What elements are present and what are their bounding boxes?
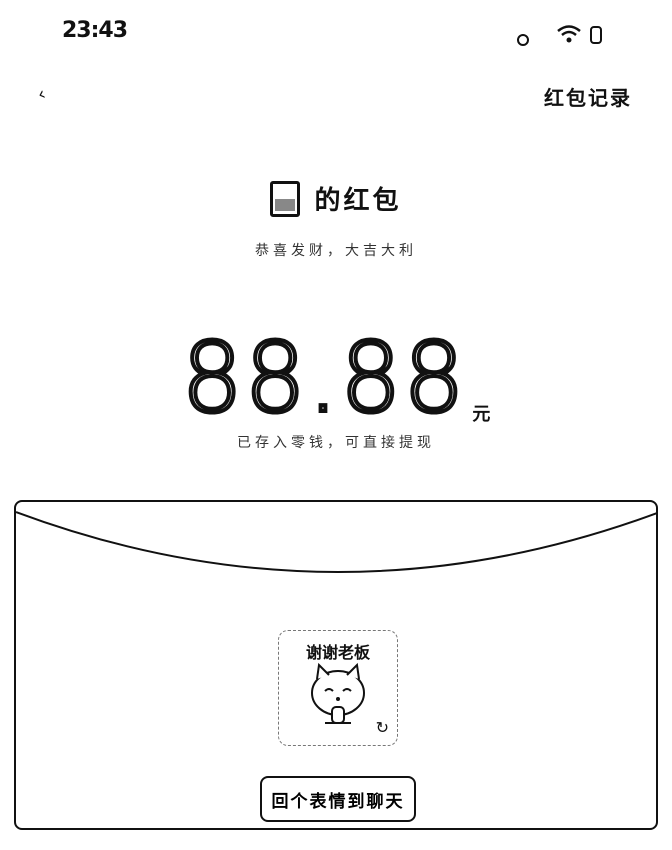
back-arrow-icon[interactable]: ‹ bbox=[35, 83, 49, 105]
amount-value: 88.88 bbox=[180, 322, 467, 434]
status-time: 23:43 bbox=[62, 18, 128, 43]
greeting-text: 恭喜发财，大吉大利 bbox=[255, 243, 417, 259]
dot-icon bbox=[517, 34, 529, 46]
nav-bar: ‹ 红包记录 bbox=[0, 76, 672, 120]
thanks-sticker[interactable]: 谢谢老板 ↻ bbox=[278, 630, 398, 746]
sender-avatar bbox=[270, 180, 301, 217]
amount-unit: 元 bbox=[472, 404, 491, 425]
status-bar: 23:43 bbox=[0, 0, 672, 70]
red-packet-records-link[interactable]: 红包记录 bbox=[544, 82, 632, 111]
battery-icon bbox=[590, 26, 602, 44]
sender-name: 的红包 bbox=[314, 186, 402, 216]
bottom-panel: 谢谢老板 ↻ 回个表情到聊天 bbox=[14, 500, 658, 830]
refresh-icon[interactable]: ↻ bbox=[376, 718, 389, 737]
sticker-caption: 谢谢老板 bbox=[305, 643, 370, 662]
cat-thanks-sticker-icon bbox=[311, 662, 365, 724]
wifi-icon bbox=[557, 25, 581, 43]
reply-sticker-button[interactable]: 回个表情到聊天 bbox=[260, 776, 416, 822]
amount-block: 88.88 元 bbox=[0, 322, 672, 434]
sender-header: 的红包 bbox=[0, 180, 672, 221]
amount-note[interactable]: 已存入零钱，可直接提现 bbox=[0, 432, 672, 452]
panel-curve bbox=[16, 511, 656, 573]
